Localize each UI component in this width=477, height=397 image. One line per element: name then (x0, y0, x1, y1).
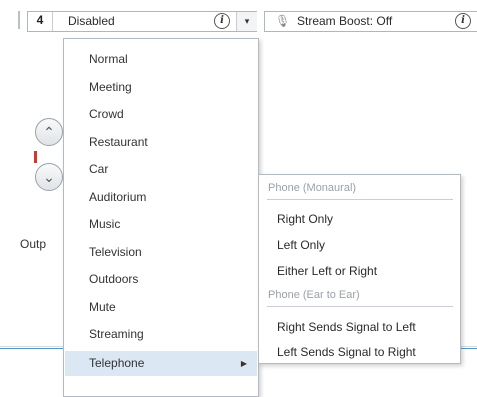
submenu-item-right-only[interactable]: Right Only (277, 212, 333, 226)
menu-item-television[interactable]: Television (65, 240, 257, 265)
menu-item-label: Car (89, 162, 109, 176)
stream-boost-info-icon[interactable]: i (455, 13, 471, 29)
program-separator (52, 12, 53, 31)
volume-down-button[interactable]: ⌄ (35, 163, 63, 191)
submenu-item-right-to-left[interactable]: Right Sends Signal to Left (277, 320, 416, 334)
submenu-item-either[interactable]: Either Left or Right (277, 264, 377, 278)
microphone-icon: 🎙 (275, 14, 291, 28)
submenu-group-header: Phone (Ear to Ear) (268, 289, 360, 301)
output-label: Outp (20, 237, 47, 251)
menu-item-music[interactable]: Music (65, 212, 257, 237)
menu-item-label: Television (89, 245, 142, 259)
stream-boost-label: Stream Boost: Off (297, 14, 393, 28)
menu-item-outdoors[interactable]: Outdoors (65, 267, 257, 292)
chevron-up-icon: ⌃ (43, 124, 55, 140)
chevron-down-icon: ⌄ (43, 169, 55, 185)
menu-item-auditorium[interactable]: Auditorium (65, 185, 257, 210)
menu-item-mute[interactable]: Mute (65, 295, 257, 320)
menu-item-label: Streaming (89, 327, 144, 341)
menu-item-label: Music (89, 217, 121, 231)
menu-item-telephone[interactable]: Telephone ▶ (65, 351, 257, 376)
submenu-divider (267, 306, 453, 307)
submenu-divider (267, 199, 453, 200)
submenu-item-left-to-right[interactable]: Left Sends Signal to Right (277, 345, 416, 359)
toolbar: 4 Disabled i ▾ 🎙 Stream Boost: Off i (0, 0, 477, 39)
chevron-down-icon[interactable]: ▾ (236, 12, 257, 31)
info-icon[interactable]: i (214, 13, 230, 29)
submenu-group-header: Phone (Monaural) (268, 182, 357, 194)
volume-up-button[interactable]: ⌃ (35, 118, 63, 146)
program-name: Disabled (68, 14, 115, 28)
toolbar-divider (18, 11, 20, 29)
menu-item-label: Normal (89, 52, 128, 66)
telephone-submenu: Phone (Monaural) Right Only Left Only Ei… (258, 174, 461, 364)
stream-boost-button[interactable]: 🎙 Stream Boost: Off i (264, 11, 477, 32)
menu-item-streaming[interactable]: Streaming (65, 322, 257, 347)
submenu-item-left-only[interactable]: Left Only (277, 238, 325, 252)
menu-item-label: Meeting (89, 80, 132, 94)
menu-item-meeting[interactable]: Meeting (65, 75, 257, 100)
menu-item-car[interactable]: Car (65, 157, 257, 182)
program-number: 4 (36, 13, 44, 27)
program-selector[interactable]: 4 Disabled i ▾ (27, 11, 257, 32)
menu-item-restaurant[interactable]: Restaurant (65, 130, 257, 155)
menu-item-label: Crowd (89, 107, 124, 121)
menu-item-label: Auditorium (89, 190, 147, 204)
submenu-arrow-icon: ▶ (240, 359, 247, 368)
menu-item-label: Outdoors (89, 272, 139, 286)
menu-item-label: Restaurant (89, 135, 148, 149)
program-dropdown-menu: Normal Meeting Crowd Restaurant Car Audi… (63, 38, 259, 397)
menu-item-normal[interactable]: Normal (65, 47, 257, 72)
level-indicator (34, 151, 37, 163)
menu-item-crowd[interactable]: Crowd (65, 102, 257, 127)
menu-item-label: Mute (89, 300, 116, 314)
menu-item-label: Telephone (89, 356, 145, 370)
